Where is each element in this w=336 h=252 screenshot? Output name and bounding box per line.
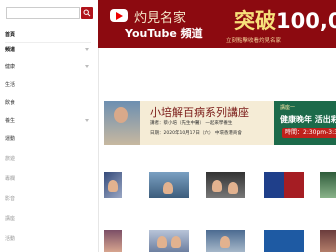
article-thumbnail[interactable] (264, 230, 304, 252)
chevron-down-icon (85, 119, 89, 122)
speaker-photo (104, 101, 140, 145)
banner-headline-number: 100,00 (276, 9, 336, 33)
sidebar-item-label: 旅遊 (5, 156, 16, 162)
person-image (171, 236, 181, 248)
sidebar-item-label: 講座 (5, 216, 16, 222)
article-thumbnail[interactable] (104, 172, 122, 198)
divider (5, 42, 91, 43)
article-thumbnail[interactable] (264, 172, 304, 198)
article-thumbnail[interactable] (206, 172, 245, 198)
article-thumbnail[interactable] (320, 230, 336, 252)
sidebar-item-label: 生活 (5, 82, 16, 88)
lecture-banner[interactable]: 小培解百病系列講座 講者：蔡小培（先生中醫） 一起來學養生 日期：2020年10… (104, 101, 336, 145)
banner-subtitle: 立刻點擊收看灼見名家 (226, 38, 282, 44)
sidebar-item-label: 活動 (5, 236, 16, 242)
banner-channel: YouTube 頻道 (125, 27, 203, 40)
person-image (212, 180, 222, 192)
lecture-title: 小培解百病系列講座 (150, 106, 249, 119)
sidebar-item-label: 首頁 (5, 32, 16, 38)
banner-brand: 灼見名家 (134, 11, 187, 26)
person-image (220, 236, 230, 248)
sidebar-item-sport[interactable]: 運動 (5, 136, 91, 143)
sidebar-item-travel[interactable]: 旅遊 (5, 156, 91, 163)
sidebar-item-label: 頻道 (5, 47, 16, 53)
banner-headline-word: 突破 (234, 9, 276, 33)
person-image (157, 236, 167, 248)
lecture-side-panel: 講座一 健康晚年 活出彩虹 時間：2:30pm-3:30p (274, 101, 336, 145)
chevron-down-icon (85, 65, 89, 68)
sidebar: 首頁 頻道 健康 生活 飲食 養生 運動 旅遊 專欄 影音 講座 活動 (0, 0, 99, 252)
person-image (228, 182, 238, 194)
sidebar-item-label: 養生 (5, 118, 16, 124)
sidebar-item-label: 專欄 (5, 176, 16, 182)
article-thumbnail[interactable] (149, 230, 189, 252)
youtube-icon (110, 9, 128, 22)
sidebar-item-talks[interactable]: 講座 (5, 216, 91, 223)
youtube-promo-banner[interactable]: 灼見名家 YouTube 頻道 突破100,00 立刻點擊收看灼見名家 (98, 0, 336, 48)
sidebar-item-wellness[interactable]: 養生 (5, 118, 91, 125)
sidebar-item-food[interactable]: 飲食 (5, 100, 91, 107)
sidebar-item-label: 影音 (5, 196, 16, 202)
sidebar-item-video[interactable]: 影音 (5, 196, 91, 203)
search-input[interactable] (6, 7, 80, 19)
person-image (163, 182, 173, 194)
search-bar (6, 7, 93, 19)
sidebar-item-label: 運動 (5, 136, 16, 142)
sidebar-item-home[interactable]: 首頁 (5, 32, 91, 39)
lecture-kicker: 講座一 (280, 105, 296, 111)
sidebar-item-label: 飲食 (5, 100, 16, 106)
sidebar-item-channels[interactable]: 頻道 (5, 47, 91, 54)
lecture-info: 講者：蔡小培（先生中醫） 一起來學養生 (150, 121, 233, 126)
sidebar-item-columns[interactable]: 專欄 (5, 176, 91, 183)
article-thumbnail[interactable] (206, 230, 245, 252)
banner-headline: 突破100,00 (234, 5, 336, 35)
lecture-side-title: 健康晚年 活出彩虹 (280, 115, 336, 124)
sidebar-item-label: 健康 (5, 64, 16, 70)
sidebar-item-events[interactable]: 活動 (5, 236, 91, 243)
article-thumbnail[interactable] (104, 230, 122, 252)
search-button[interactable] (81, 7, 93, 19)
article-thumbnail[interactable] (149, 172, 189, 198)
article-thumbnail[interactable] (320, 172, 336, 198)
lecture-time-badge: 時間：2:30pm-3:30p (282, 128, 336, 138)
sidebar-item-health[interactable]: 健康 (5, 64, 91, 71)
chevron-down-icon (85, 48, 89, 51)
lecture-date: 日期：2020年10月17日（六） 中環香港商會 (150, 131, 242, 136)
person-image (108, 180, 118, 192)
sidebar-item-life[interactable]: 生活 (5, 82, 91, 89)
search-icon (83, 9, 91, 17)
